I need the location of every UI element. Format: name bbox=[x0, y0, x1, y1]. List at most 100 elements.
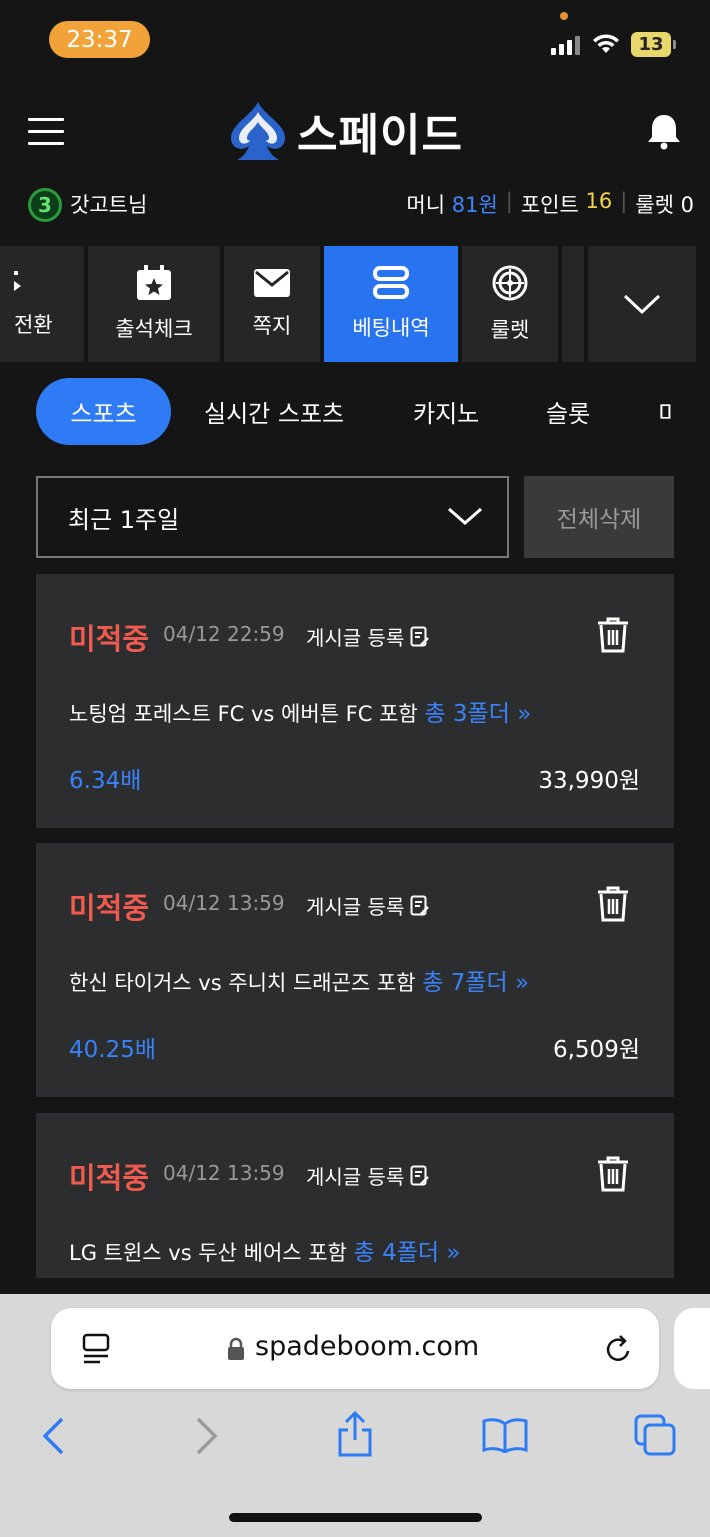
bet-match: 한신 타이거스 vs 주니치 드래곤즈 포함 총 7폴더 » bbox=[69, 963, 529, 997]
tab-sports[interactable]: 스포츠 bbox=[36, 378, 171, 445]
bet-card[interactable]: 미적중 04/12 22:59 게시글 등록 노팅엄 포레스트 FC vs 에버… bbox=[36, 574, 674, 828]
privacy-indicator-dot bbox=[560, 12, 568, 20]
divider: | bbox=[505, 189, 513, 213]
bet-status: 미적중 bbox=[69, 622, 150, 656]
quick-nav: 전환 출석체크 쪽지 베팅내역 룰렛 bbox=[0, 246, 710, 362]
folder-link[interactable]: 총 3폴더 » bbox=[424, 701, 531, 727]
nav-label: 전환 bbox=[14, 313, 53, 337]
switch-icon bbox=[14, 271, 21, 291]
home-indicator bbox=[229, 1513, 482, 1522]
roulette-count: 룰렛 0 bbox=[635, 193, 694, 217]
bet-date: 04/12 22:59 bbox=[163, 622, 285, 646]
trash-icon[interactable] bbox=[596, 616, 630, 654]
back-icon[interactable] bbox=[40, 1416, 66, 1456]
delete-all-button[interactable]: 전체삭제 bbox=[524, 476, 674, 558]
double-chevron-right-icon: » bbox=[446, 1240, 461, 1266]
status-time: 23:37 bbox=[49, 21, 150, 58]
battery-indicator: 13 bbox=[631, 32, 671, 57]
username[interactable]: 갓고트님 bbox=[70, 189, 147, 219]
post-register-link[interactable]: 게시글 등록 bbox=[306, 891, 430, 920]
cellular-signal-icon bbox=[551, 35, 581, 55]
bet-amount: 33,990원 bbox=[538, 768, 640, 794]
roulette-icon bbox=[492, 265, 528, 301]
point-label: 포인트 bbox=[520, 193, 579, 217]
bet-date: 04/12 13:59 bbox=[163, 891, 285, 915]
folder-count: 총 3폴더 bbox=[424, 701, 510, 727]
tabs-icon[interactable] bbox=[634, 1414, 676, 1456]
money-value: 81원 bbox=[451, 193, 498, 217]
chevron-down-icon bbox=[623, 294, 661, 315]
nav-label: 룰렛 bbox=[490, 318, 530, 342]
double-chevron-right-icon: » bbox=[514, 970, 530, 996]
reader-mode-icon[interactable] bbox=[82, 1333, 112, 1365]
bell-icon[interactable] bbox=[646, 112, 682, 150]
match-text: 노팅엄 포레스트 FC vs 에버튼 FC 포함 bbox=[69, 702, 418, 726]
double-chevron-right-icon: » bbox=[517, 701, 532, 727]
nav-more-button[interactable] bbox=[588, 246, 696, 362]
trash-icon[interactable] bbox=[596, 885, 630, 923]
post-label: 게시글 등록 bbox=[306, 895, 405, 919]
next-tab-peek[interactable] bbox=[674, 1308, 710, 1389]
bet-match: 노팅엄 포레스트 FC vs 에버튼 FC 포함 총 3폴더 » bbox=[69, 694, 531, 728]
nav-tile-switch[interactable]: 전환 bbox=[0, 246, 84, 362]
folder-count: 총 4폴더 bbox=[353, 1240, 440, 1266]
edit-note-icon bbox=[410, 1165, 430, 1185]
bet-amount: 6,509원 bbox=[552, 1037, 640, 1063]
tab-live-sports[interactable]: 실시간 스포츠 bbox=[204, 378, 344, 445]
nav-label: 쪽지 bbox=[252, 314, 292, 338]
nav-tile-partial bbox=[562, 246, 584, 362]
post-label: 게시글 등록 bbox=[306, 1165, 405, 1189]
edit-note-icon bbox=[410, 895, 430, 915]
post-label: 게시글 등록 bbox=[306, 626, 405, 650]
nav-tile-betting-history[interactable]: 베팅내역 bbox=[324, 246, 458, 362]
folder-link[interactable]: 총 7폴더 » bbox=[422, 970, 529, 996]
period-select[interactable]: 최근 1주일 bbox=[36, 476, 509, 558]
bet-status: 미적중 bbox=[69, 1161, 150, 1195]
site-logo[interactable]: 스페이드 bbox=[225, 98, 463, 164]
reload-icon[interactable] bbox=[604, 1333, 634, 1365]
bet-date: 04/12 13:59 bbox=[163, 1161, 285, 1185]
url-text: spadeboom.com bbox=[255, 1331, 480, 1362]
level-badge: 3 bbox=[28, 188, 62, 222]
logo-text: 스페이드 bbox=[297, 110, 463, 161]
tab-casino[interactable]: 카지노 bbox=[413, 378, 479, 445]
bet-card[interactable]: 미적중 04/12 13:59 게시글 등록 한신 타이거스 vs 주니치 드래… bbox=[36, 843, 674, 1097]
menu-icon[interactable] bbox=[28, 118, 64, 146]
mail-icon bbox=[254, 269, 290, 297]
nav-tile-messages[interactable]: 쪽지 bbox=[224, 246, 320, 362]
share-icon[interactable] bbox=[337, 1410, 373, 1458]
wifi-icon bbox=[593, 34, 619, 53]
nav-tile-attendance[interactable]: 출석체크 bbox=[88, 246, 220, 362]
post-register-link[interactable]: 게시글 등록 bbox=[306, 1161, 430, 1190]
bet-match: LG 트윈스 vs 두산 베어스 포함 총 4폴더 » bbox=[69, 1233, 460, 1267]
battery-tip bbox=[673, 40, 676, 49]
wallet-summary: 머니 81원 | 포인트 16 | 룰렛 0 bbox=[406, 189, 694, 219]
post-register-link[interactable]: 게시글 등록 bbox=[306, 622, 430, 651]
folder-link[interactable]: 총 4폴더 » bbox=[354, 1240, 461, 1266]
tab-slot[interactable]: 슬롯 bbox=[546, 378, 590, 445]
forward-icon[interactable] bbox=[194, 1416, 220, 1456]
match-text: LG 트윈스 vs 두산 베어스 포함 bbox=[69, 1241, 347, 1265]
bet-odds: 40.25배 bbox=[69, 1037, 157, 1063]
nav-tile-roulette[interactable]: 룰렛 bbox=[462, 246, 558, 362]
bet-card[interactable]: 미적중 04/12 13:59 게시글 등록 LG 트윈스 vs 두산 베어스 … bbox=[36, 1113, 674, 1278]
bookmarks-icon[interactable] bbox=[482, 1417, 528, 1453]
match-text: 한신 타이거스 vs 주니치 드래곤즈 포함 bbox=[69, 971, 416, 995]
nav-label: 출석체크 bbox=[115, 317, 193, 341]
chevron-down-icon bbox=[448, 507, 482, 525]
spade-logo bbox=[231, 102, 285, 160]
money-label: 머니 bbox=[406, 193, 446, 217]
bet-odds: 6.34배 bbox=[69, 768, 142, 794]
edit-note-icon bbox=[410, 626, 430, 646]
bet-status: 미적중 bbox=[69, 891, 150, 925]
trash-icon[interactable] bbox=[596, 1155, 630, 1193]
betting-list-icon bbox=[373, 266, 409, 299]
folder-count: 총 7폴더 bbox=[422, 970, 508, 996]
tab-mini[interactable]: 미 bbox=[658, 378, 672, 445]
lock-icon bbox=[228, 1337, 244, 1360]
calendar-star-icon bbox=[137, 265, 171, 300]
divider: | bbox=[620, 189, 628, 213]
point-value: 16 bbox=[585, 189, 613, 213]
period-value: 최근 1주일 bbox=[68, 505, 180, 534]
nav-label: 베팅내역 bbox=[352, 316, 430, 340]
